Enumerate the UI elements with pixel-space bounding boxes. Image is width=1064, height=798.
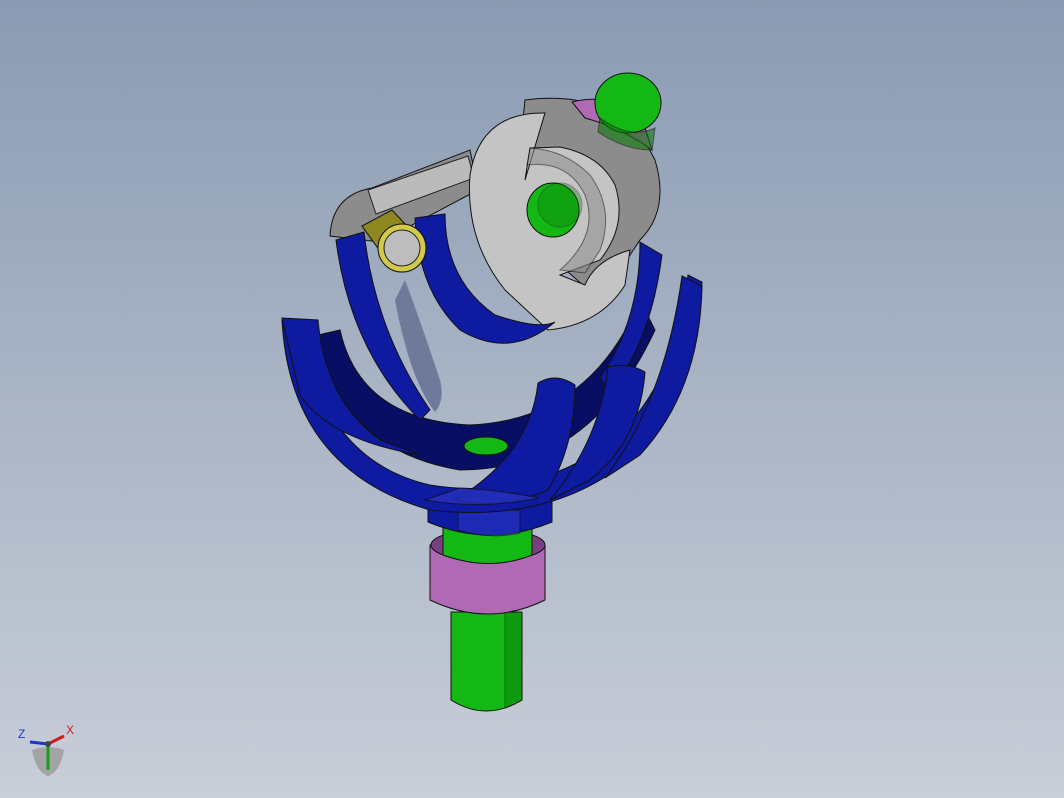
bottom-shaft-assembly[interactable] bbox=[427, 489, 553, 712]
triad-origin bbox=[45, 741, 51, 747]
cad-viewport[interactable] bbox=[0, 0, 1064, 798]
yellow-pin-bore bbox=[383, 229, 421, 267]
x-axis-label: X bbox=[66, 723, 74, 737]
inner-pin bbox=[463, 436, 509, 456]
orientation-triad[interactable]: Z X bbox=[14, 720, 78, 782]
z-axis-label: Z bbox=[18, 727, 25, 741]
gray-bracket[interactable] bbox=[329, 72, 662, 331]
base-ring-highlight bbox=[457, 509, 521, 537]
center-pin-shade bbox=[537, 182, 583, 228]
lower-shaft-shade bbox=[504, 611, 523, 709]
